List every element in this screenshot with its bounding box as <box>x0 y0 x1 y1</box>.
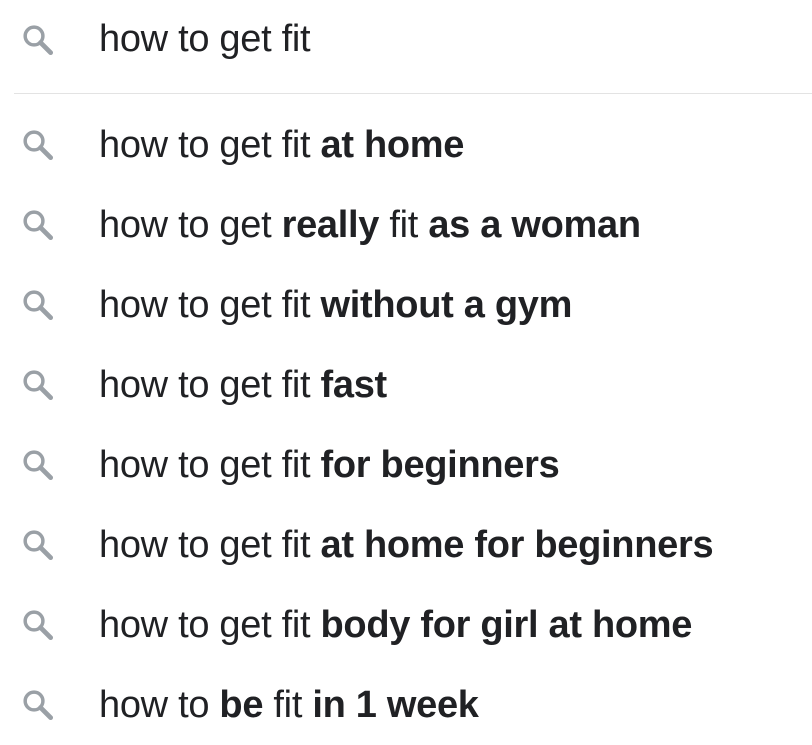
search-icon <box>18 685 58 725</box>
suggestion-text: how to get fit for beginners <box>99 440 560 490</box>
suggestion-text: how to get really fit as a woman <box>99 200 641 250</box>
suggestion-query-part: how to get fit <box>99 524 321 566</box>
search-icon <box>18 285 58 325</box>
suggestion-completion: at home <box>320 124 465 166</box>
suggestion-completion: in 1 week <box>312 684 479 726</box>
suggestion-query-part: how to <box>99 684 220 726</box>
suggestion-query-part: how to get <box>99 204 282 246</box>
search-input[interactable]: how to get fit <box>99 14 311 64</box>
suggestion-item[interactable]: how to get fit fast <box>0 345 812 425</box>
search-icon <box>18 525 58 565</box>
search-icon <box>18 365 58 405</box>
suggestion-query-part: fit <box>379 204 429 246</box>
suggestion-completion: as a woman <box>428 204 641 246</box>
suggestion-item[interactable]: how to get fit at home <box>0 105 812 185</box>
divider <box>14 93 812 94</box>
suggestion-text: how to get fit at home <box>99 120 464 170</box>
suggestion-text: how to get fit fast <box>99 360 387 410</box>
suggestion-query-part: how to get fit <box>99 364 321 406</box>
suggestion-text: how to get fit without a gym <box>99 280 572 330</box>
suggestion-completion: body for girl at home <box>320 604 693 646</box>
search-icon <box>18 205 58 245</box>
suggestion-completion: at home for beginners <box>320 524 714 566</box>
search-icon <box>18 445 58 485</box>
search-icon <box>18 125 58 165</box>
suggestion-query-part: fit <box>263 684 313 726</box>
suggestion-query-part: how to get fit <box>99 604 321 646</box>
suggestion-completion: be <box>219 684 264 726</box>
suggestion-query-part: how to get fit <box>99 284 321 326</box>
suggestion-text: how to get fit body for girl at home <box>99 600 692 650</box>
suggestion-completion: really <box>281 204 380 246</box>
suggestion-item[interactable]: how to get fit without a gym <box>0 265 812 345</box>
suggestion-item[interactable]: how to be fit in 1 week <box>0 665 812 745</box>
suggestion-query-part: how to get fit <box>99 124 321 166</box>
suggestion-text: how to get fit at home for beginners <box>99 520 714 570</box>
suggestion-item[interactable]: how to get fit for beginners <box>0 425 812 505</box>
suggestion-completion: without a gym <box>320 284 573 326</box>
suggestion-item[interactable]: how to get fit body for girl at home <box>0 585 812 665</box>
suggestion-item[interactable]: how to get really fit as a woman <box>0 185 812 265</box>
search-box[interactable]: how to get fit <box>0 0 812 80</box>
suggestion-list: how to get fit at home how to get really … <box>0 105 812 745</box>
search-icon <box>18 20 58 60</box>
suggestion-item[interactable]: how to get fit at home for beginners <box>0 505 812 585</box>
suggestion-text: how to be fit in 1 week <box>99 680 479 730</box>
search-icon <box>18 605 58 645</box>
suggestion-query-part: how to get fit <box>99 444 321 486</box>
suggestion-completion: for beginners <box>320 444 560 486</box>
suggestion-completion: fast <box>320 364 388 406</box>
